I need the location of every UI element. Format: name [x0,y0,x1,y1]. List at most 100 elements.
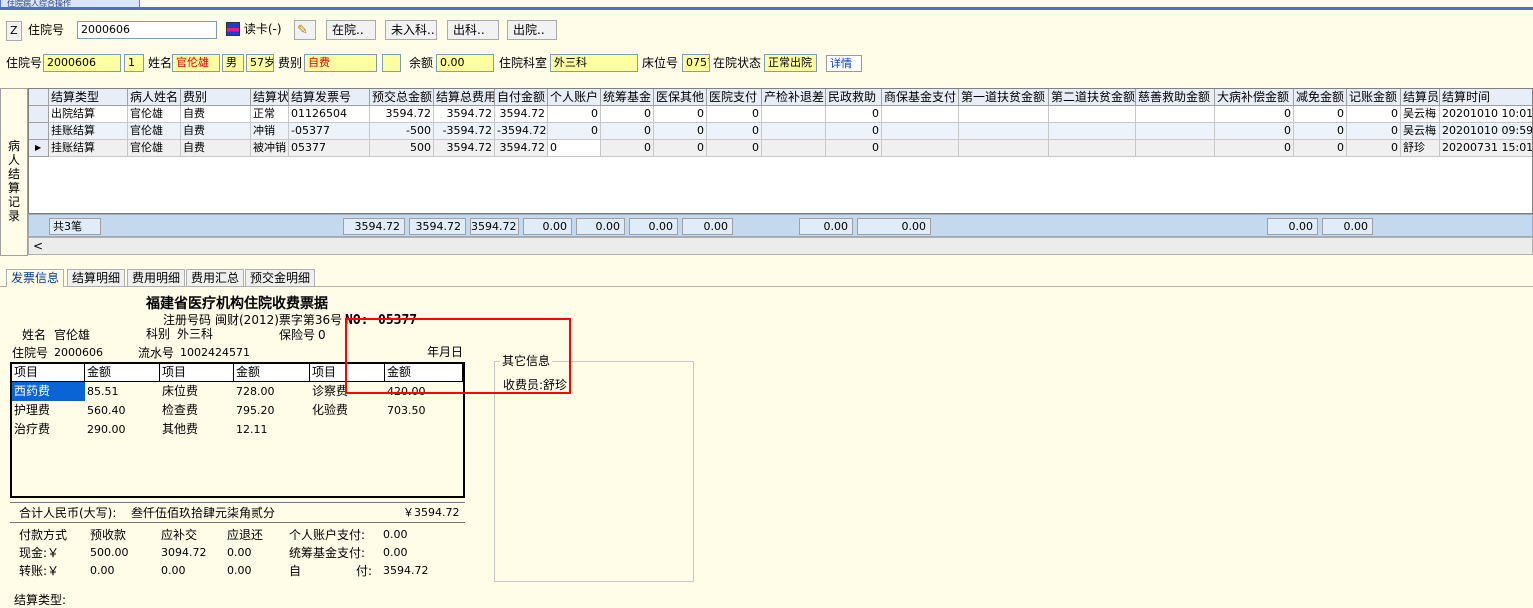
grid-cell-insurance-other[interactable]: 0 [654,140,707,157]
grid-cell-civil-aid[interactable]: 0 [826,106,882,123]
grid-cell-credit-amount[interactable]: 0 [1347,140,1401,157]
grid-cell-operator[interactable]: 舒珍 [1401,140,1440,157]
patient-inpatient-field[interactable]: 2000606 [43,54,121,72]
balance-field[interactable]: 0.00 [436,54,494,72]
name-field[interactable]: 官伦雄 [172,54,220,72]
inpatient-no-input[interactable]: 2000606 [77,21,217,39]
col-header-poverty-1[interactable]: 第一道扶贫金额 [959,89,1049,106]
grid-cell-major-illness[interactable]: 0 [1215,123,1294,140]
grid-cell-prepay-total[interactable]: 3594.72 [370,106,434,123]
tab-settlement-detail[interactable]: 结算明细 [67,269,126,287]
tab-invoice[interactable]: 发票信息 [6,269,65,287]
grid-cell-settle-total[interactable]: 3594.72 [434,106,495,123]
grid-cell-civil-aid[interactable]: 0 [826,140,882,157]
col-header-charity-aid[interactable]: 慈善救助金额 [1136,89,1215,106]
grid-cell-settle-time[interactable]: 20201010 10:01:02 [1440,106,1532,123]
grid-cell-prenatal-diff[interactable] [762,123,826,140]
grid-cell-charity-aid[interactable] [1136,123,1215,140]
grid-cell-commercial-ins[interactable] [882,123,959,140]
grid-cell-fee-type[interactable]: 自费 [181,106,251,123]
scroll-left-button[interactable]: < [31,238,45,254]
grid-cell-settle-type[interactable]: 挂账结算 [49,140,128,157]
grid-cell-invoice-no[interactable]: 05377 [289,140,370,157]
grid-cell-commercial-ins[interactable] [882,140,959,157]
grid-cell-major-illness[interactable]: 0 [1215,106,1294,123]
grid-cell-insurance-other[interactable]: 0 [654,123,707,140]
fee-type-field[interactable]: 自费 [304,54,377,72]
col-header-patient-name[interactable]: 病人姓名 [128,89,181,106]
col-header-poverty-2[interactable]: 第二道扶贫金额 [1049,89,1136,106]
col-header-reduction[interactable]: 减免金额 [1294,89,1347,106]
z-button[interactable]: Z [6,21,22,41]
grid-cell-operator[interactable]: 吴云梅 [1401,106,1440,123]
grid-cell-reduction[interactable]: 0 [1294,123,1347,140]
bed-field[interactable]: 0757 [682,54,710,72]
row-indicator[interactable] [29,106,49,123]
grid-hscrollbar[interactable]: < [28,237,1533,255]
age-field[interactable]: 57岁 [246,54,274,72]
tab-fee-summary[interactable]: 费用汇总 [186,269,245,287]
grid-cell-settle-status[interactable]: 正常 [251,106,289,123]
grid-cell-personal-account[interactable]: 0 [548,123,601,140]
grid-cell-operator[interactable]: 吴云梅 [1401,123,1440,140]
grid-cell-personal-account[interactable]: 0 [548,106,601,123]
grid-cell-poverty-2[interactable] [1049,140,1136,157]
col-header-operator[interactable]: 结算员 [1401,89,1440,106]
col-header-prepay-total[interactable]: 预交总金额 [370,89,434,106]
grid-cell-insurance-other[interactable]: 0 [654,106,707,123]
grid-cell-poverty-1[interactable] [959,106,1049,123]
grid-cell-prenatal-diff[interactable] [762,106,826,123]
col-header-settle-total[interactable]: 结算总费用 [434,89,495,106]
col-header-invoice-no[interactable]: 结算发票号 [289,89,370,106]
grid-cell-invoice-no[interactable]: -05377 [289,123,370,140]
grid-cell-settle-time[interactable]: 20200731 15:01:09 [1440,140,1532,157]
not-in-dept-button[interactable]: 未入科.. [385,20,437,40]
grid-cell-pool-fund[interactable]: 0 [601,140,654,157]
col-header-pool-fund[interactable]: 统筹基金 [601,89,654,106]
col-header-personal-account[interactable]: 个人账户 [548,89,601,106]
blank-field[interactable] [382,54,401,72]
admission-times-field[interactable]: 1 [124,54,144,72]
grid-cell-civil-aid[interactable]: 0 [826,123,882,140]
grid-cell-fee-type[interactable]: 自费 [181,123,251,140]
read-card-button[interactable]: 读卡(-) [224,20,290,40]
col-header-settle-status[interactable]: 结算状 [251,89,289,106]
col-header-fee-type[interactable]: 费别 [181,89,251,106]
grid-cell-pool-fund[interactable]: 0 [601,106,654,123]
grid-cell-settle-status[interactable]: 被冲销 [251,140,289,157]
grid-cell-invoice-no[interactable]: 01126504 [289,106,370,123]
grid-cell-credit-amount[interactable]: 0 [1347,123,1401,140]
row-indicator[interactable] [29,123,49,140]
grid-cell-self-pay[interactable]: -3594.72 [495,123,548,140]
fee-item-name[interactable]: 西药费 [12,382,85,401]
grid-cell-fee-type[interactable]: 自费 [181,140,251,157]
col-header-commercial-ins[interactable]: 商保基金支付 [882,89,959,106]
settlement-grid[interactable]: 结算类型 病人姓名 费别 结算状 结算发票号 预交总金额 结算总费用 自付金额 个人账户 统筹基金… [28,88,1533,214]
grid-cell-charity-aid[interactable] [1136,140,1215,157]
grid-cell-settle-type[interactable]: 挂账结算 [49,123,128,140]
grid-cell-self-pay[interactable]: 3594.72 [495,106,548,123]
col-header-prenatal-diff[interactable]: 产检补退差 [762,89,826,106]
grid-cell-reduction[interactable]: 0 [1294,106,1347,123]
clear-button[interactable]: ✎ [294,20,316,40]
grid-cell-reduction[interactable]: 0 [1294,140,1347,157]
grid-cell-settle-total[interactable]: -3594.72 [434,123,495,140]
grid-cell-settle-type[interactable]: 出院结算 [49,106,128,123]
gender-field[interactable]: 男 [222,54,244,72]
dept-field[interactable]: 外三科 [550,54,638,72]
grid-cell-pool-fund[interactable]: 0 [601,123,654,140]
tab-fee-detail[interactable]: 费用明细 [127,269,186,287]
row-indicator[interactable]: ▶ [29,140,49,157]
grid-cell-charity-aid[interactable] [1136,106,1215,123]
grid-cell-patient-name[interactable]: 官伦雄 [128,140,181,157]
col-header-civil-aid[interactable]: 民政救助 [826,89,882,106]
tab-prepay-detail[interactable]: 预交金明细 [245,269,316,287]
grid-cell-self-pay[interactable]: 3594.72 [495,140,548,157]
grid-cell-personal-account[interactable]: 0 [548,140,601,157]
grid-cell-settle-status[interactable]: 冲销 [251,123,289,140]
grid-cell-major-illness[interactable]: 0 [1215,140,1294,157]
grid-cell-poverty-2[interactable] [1049,123,1136,140]
col-header-settle-time[interactable]: 结算时间 [1440,89,1532,106]
grid-cell-credit-amount[interactable]: 0 [1347,106,1401,123]
details-link[interactable]: 详情 [826,55,862,72]
